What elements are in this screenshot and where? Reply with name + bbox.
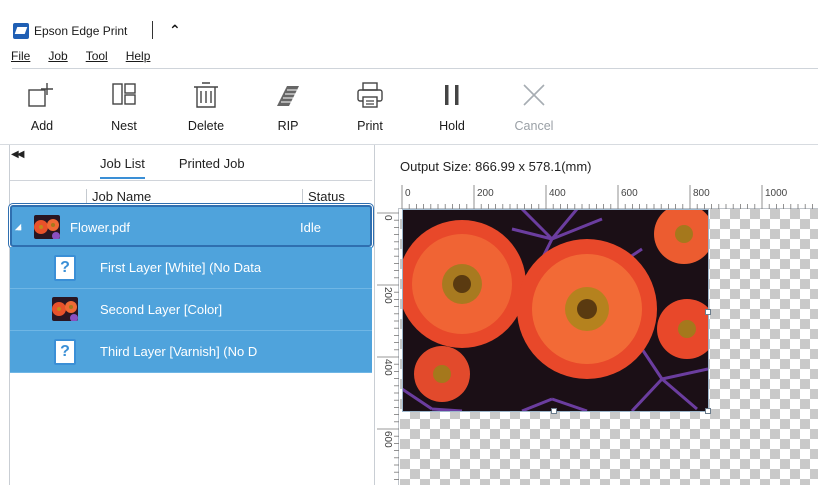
collapse-ribbon-chevron-up-icon[interactable]: ⌃ [169, 22, 181, 38]
toolbar: Add Nest Delete RIP Print Hold Cancel [10, 74, 584, 140]
layer-name: First Layer [White] (No Data [100, 260, 262, 275]
job-name: Flower.pdf [70, 220, 130, 235]
trash-icon [191, 78, 221, 112]
cancel-label: Cancel [514, 119, 554, 133]
hold-label: Hold [439, 119, 465, 133]
horizontal-ruler-ticks: 0 200 400 600 800 1000 [401, 185, 813, 209]
resize-handle-corner[interactable] [705, 408, 711, 414]
menu-file[interactable]: File [0, 47, 36, 67]
column-job-name[interactable]: Job Name [86, 189, 151, 205]
resize-handle-bottom[interactable] [551, 408, 557, 414]
output-size-label: Output Size: [400, 159, 472, 174]
pause-icon [437, 78, 467, 112]
no-data-question-icon: ? [54, 255, 76, 281]
collapse-panel-icon[interactable]: ◀◀ [11, 149, 24, 160]
layer-row-color[interactable]: Second Layer [Color] [10, 289, 372, 331]
resize-handle-right[interactable] [705, 309, 711, 315]
title-bar: Epson Edge Print ⌃ [0, 0, 818, 44]
job-list: Flower.pdf Idle ? First Layer [White] (N… [9, 204, 373, 373]
layer-row-white[interactable]: ? First Layer [White] (No Data [10, 247, 372, 289]
add-button[interactable]: Add [10, 74, 74, 140]
tab-job-list[interactable]: Job List [100, 156, 145, 179]
nest-button[interactable]: Nest [92, 74, 156, 140]
menu-bar: File Job Tool Help [0, 47, 156, 67]
close-icon [519, 78, 549, 112]
job-tabs: Job List Printed Job [100, 156, 245, 179]
nest-label: Nest [111, 119, 137, 133]
cancel-button[interactable]: Cancel [502, 74, 566, 140]
vertical-ruler-ticks: 0 200 400 600 [377, 212, 399, 480]
column-status[interactable]: Status [302, 189, 345, 205]
add-icon [27, 78, 57, 112]
layer-name: Third Layer [Varnish] (No D [100, 344, 258, 359]
delete-label: Delete [187, 119, 225, 133]
ruler-label: 0 [382, 215, 393, 221]
print-button[interactable]: Print [338, 74, 402, 140]
flower-image-preview[interactable] [402, 209, 708, 411]
job-status: Idle [300, 220, 321, 235]
nest-icon [109, 78, 139, 112]
title-separator [152, 21, 153, 39]
app-title: Epson Edge Print [34, 24, 128, 38]
output-size: Output Size: 866.99 x 578.1(mm) [400, 159, 592, 174]
printer-icon [355, 78, 385, 112]
ruler-label: 400 [549, 188, 566, 199]
layer-name: Second Layer [Color] [100, 302, 223, 317]
job-list-header: Job Name Status [10, 183, 372, 205]
delete-button[interactable]: Delete [174, 74, 238, 140]
layer-row-varnish[interactable]: ? Third Layer [Varnish] (No D [10, 331, 372, 373]
add-label: Add [30, 119, 54, 133]
expand-arrow-icon[interactable] [14, 223, 22, 231]
tab-divider [10, 180, 372, 181]
ruler-label: 400 [382, 359, 393, 376]
hold-button[interactable]: Hold [420, 74, 484, 140]
print-label: Print [357, 119, 383, 133]
horizontal-ruler: 0 200 400 600 800 1000 [398, 183, 818, 209]
layer-thumbnail [52, 297, 78, 321]
flower-thumbnail [34, 215, 60, 239]
rip-button[interactable]: RIP [256, 74, 320, 140]
rip-label: RIP [277, 119, 299, 133]
ruler-label: 200 [382, 287, 393, 304]
vertical-ruler: 0 200 400 600 [375, 209, 399, 485]
app-logo-icon [13, 23, 29, 39]
output-size-value: 866.99 x 578.1(mm) [475, 159, 592, 174]
no-data-question-icon: ? [54, 339, 76, 365]
ruler-label: 600 [621, 188, 638, 199]
ruler-label: 600 [382, 431, 393, 448]
ruler-label: 0 [405, 188, 411, 199]
rip-icon [273, 78, 303, 112]
ruler-label: 800 [693, 188, 710, 199]
menu-tool[interactable]: Tool [74, 47, 114, 67]
menu-help[interactable]: Help [114, 47, 157, 67]
menu-job[interactable]: Job [36, 47, 73, 67]
ruler-label: 200 [477, 188, 494, 199]
tab-printed-job[interactable]: Printed Job [179, 156, 245, 179]
job-row-flower[interactable]: Flower.pdf Idle [9, 204, 373, 248]
ruler-label: 1000 [765, 188, 788, 199]
menu-divider [12, 68, 818, 69]
